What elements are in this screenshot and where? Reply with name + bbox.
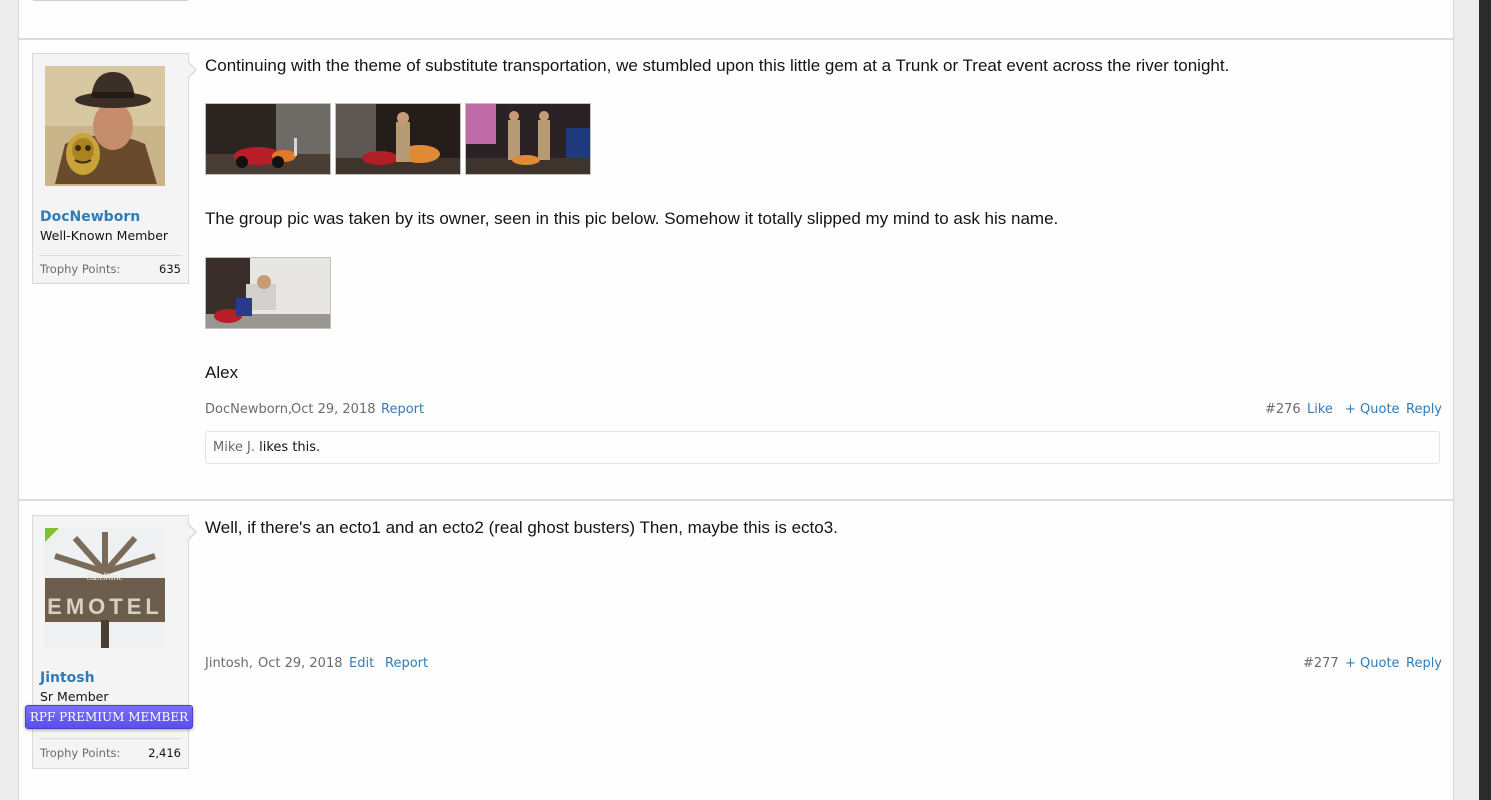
username-link[interactable]: DocNewborn bbox=[40, 209, 140, 225]
previous-post-card-edge bbox=[33, 0, 188, 1]
attachment-thumbnail[interactable] bbox=[205, 103, 331, 175]
likes-summary: Mike J. likes this. bbox=[205, 431, 1440, 464]
post-number-link[interactable]: #276 bbox=[1265, 402, 1301, 417]
post-signature-text: Alex bbox=[205, 363, 239, 382]
user-card-arrow bbox=[188, 524, 197, 540]
user-title: Sr Member bbox=[40, 689, 109, 704]
reply-link[interactable]: Reply bbox=[1406, 656, 1442, 671]
user-card-arrow bbox=[188, 62, 197, 78]
post-author-link[interactable]: Jintosh, bbox=[205, 656, 253, 671]
report-link[interactable]: Report bbox=[385, 656, 428, 671]
card-separator bbox=[39, 738, 182, 739]
quote-link[interactable]: + Quote bbox=[1345, 402, 1400, 417]
avatar-sign-text: EMOTEL bbox=[47, 594, 163, 619]
post-date[interactable]: Oct 29, 2018 bbox=[291, 402, 376, 417]
user-card-jintosh: Sunshine EMOTEL Jintosh Sr Member RPF PR… bbox=[25, 515, 197, 769]
liker-link[interactable]: Mike J. bbox=[213, 440, 255, 455]
avatar[interactable]: Sunshine EMOTEL bbox=[45, 528, 165, 648]
post-date[interactable]: Oct 29, 2018 bbox=[258, 656, 343, 671]
post-author-link[interactable]: DocNewborn, bbox=[205, 402, 292, 417]
post-divider bbox=[19, 499, 1453, 501]
reply-link[interactable]: Reply bbox=[1406, 402, 1442, 417]
post-number-link[interactable]: #277 bbox=[1303, 656, 1339, 671]
trophy-points-label[interactable]: Trophy Points: bbox=[40, 746, 120, 760]
premium-member-badge: RPF PREMIUM MEMBER bbox=[25, 705, 193, 729]
post-message-text: The group pic was taken by its owner, se… bbox=[205, 209, 1059, 228]
like-link[interactable]: Like bbox=[1307, 402, 1333, 417]
trophy-points-label[interactable]: Trophy Points: bbox=[40, 262, 120, 276]
likes-text: Mike J. likes this. bbox=[213, 440, 320, 455]
post-message-text: Continuing with the theme of substitute … bbox=[205, 56, 1230, 75]
avatar[interactable] bbox=[45, 66, 165, 186]
window-scrollbar[interactable] bbox=[1479, 0, 1491, 800]
attachment-thumbnail[interactable] bbox=[335, 103, 461, 175]
report-link[interactable]: Report bbox=[381, 402, 424, 417]
user-card-docnewborn: DocNewborn Well-Known Member Trophy Poin… bbox=[32, 53, 197, 284]
username-link[interactable]: Jintosh bbox=[40, 670, 95, 686]
user-title: Well-Known Member bbox=[40, 228, 169, 243]
post-divider bbox=[19, 38, 1453, 40]
card-separator bbox=[39, 255, 182, 256]
quote-link[interactable]: + Quote bbox=[1345, 656, 1400, 671]
attachment-thumbnail[interactable] bbox=[205, 257, 331, 329]
attachment-thumbnail[interactable] bbox=[465, 103, 591, 175]
edit-link[interactable]: Edit bbox=[349, 656, 374, 671]
trophy-points-value: 635 bbox=[159, 262, 181, 276]
trophy-points-value: 2,416 bbox=[148, 746, 181, 760]
avatar-script-text: Sunshine bbox=[87, 572, 124, 583]
likes-suffix: likes this. bbox=[255, 440, 321, 455]
post-message-text: Well, if there's an ecto1 and an ecto2 (… bbox=[205, 518, 838, 537]
online-indicator-icon bbox=[45, 528, 59, 542]
